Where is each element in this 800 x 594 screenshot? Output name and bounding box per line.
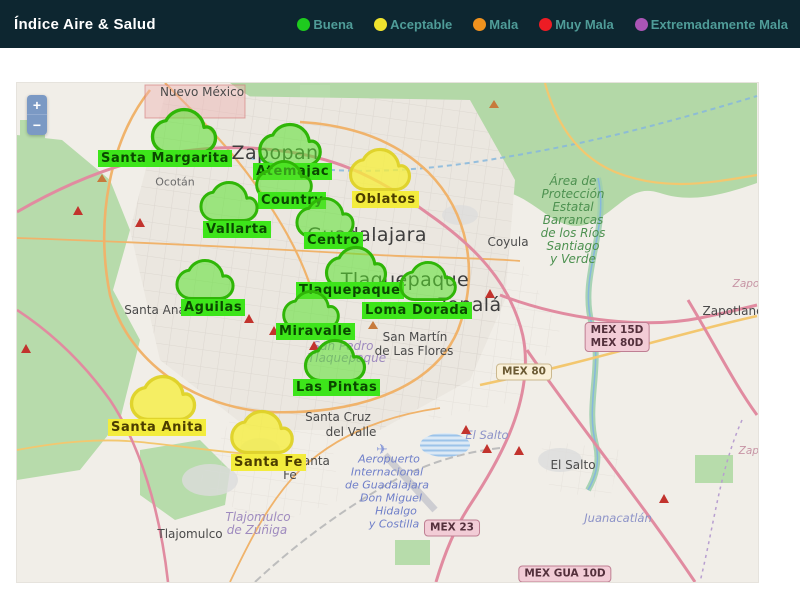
marker-miravalle-label[interactable]: Miravalle <box>276 323 355 340</box>
marker-loma-dorada-label[interactable]: Loma Dorada <box>362 302 472 319</box>
zoom-control: + − <box>27 95 47 135</box>
marker-loma-dorada-cloud-icon[interactable] <box>399 260 457 302</box>
marker-santa-anita-label[interactable]: Santa Anita <box>108 419 207 436</box>
zoom-in-button[interactable]: + <box>27 95 47 115</box>
legend-dot-icon <box>634 17 648 31</box>
legend-label: Muy Mala <box>555 16 614 32</box>
marker-santa-fe-label[interactable]: Santa Fe <box>231 454 306 471</box>
legend-label: Extremadamente Mala <box>650 16 788 32</box>
marker-aguilas-cloud-icon[interactable] <box>175 258 235 300</box>
legend-item-2: Mala <box>473 17 518 32</box>
map-canvas[interactable]: Nuevo MéxicoOcotánZapopanGuadalajaraTlaq… <box>16 82 759 583</box>
legend-dot-icon <box>297 17 311 31</box>
legend-dot-icon <box>539 17 553 31</box>
legend-dot-icon <box>473 17 487 31</box>
legend-item-0: Buena <box>297 17 353 32</box>
marker-vallarta-cloud-icon[interactable] <box>199 180 259 222</box>
legend-item-3: Muy Mala <box>539 17 614 32</box>
marker-las-pintas-cloud-icon[interactable] <box>303 338 367 382</box>
zoom-out-button[interactable]: − <box>27 115 47 135</box>
page-title: Índice Aire & Salud <box>14 15 156 33</box>
marker-santa-margarita-label[interactable]: Santa Margarita <box>98 150 232 167</box>
air-quality-legend: Buena Aceptable Mala Muy Mala Extremadamente… <box>297 17 788 32</box>
marker-oblatos-cloud-icon[interactable] <box>348 147 412 191</box>
marker-vallarta-label[interactable]: Vallarta <box>203 221 272 238</box>
legend-dot-icon <box>374 17 388 31</box>
marker-oblatos-label[interactable]: Oblatos <box>352 191 419 208</box>
marker-santa-anita-cloud-icon[interactable] <box>129 374 197 422</box>
legend-item-1: Aceptable <box>374 17 452 32</box>
app-header: Índice Aire & Salud Buena Aceptable Mala Mu… <box>0 0 800 48</box>
legend-item-4: Extremadamente Mala <box>634 16 788 32</box>
marker-santa-fe-cloud-icon[interactable] <box>230 409 294 455</box>
legend-label: Buena <box>313 16 354 32</box>
marker-centro-cloud-icon[interactable] <box>295 196 355 238</box>
marker-aguilas-label[interactable]: Aguilas <box>181 299 246 316</box>
marker-las-pintas-label[interactable]: Las Pintas <box>293 379 381 396</box>
legend-label: Aceptable <box>390 16 453 32</box>
legend-label: Mala <box>489 16 519 32</box>
marker-santa-margarita-cloud-icon[interactable] <box>150 107 218 155</box>
marker-atemajac-cloud-icon[interactable] <box>258 122 322 168</box>
